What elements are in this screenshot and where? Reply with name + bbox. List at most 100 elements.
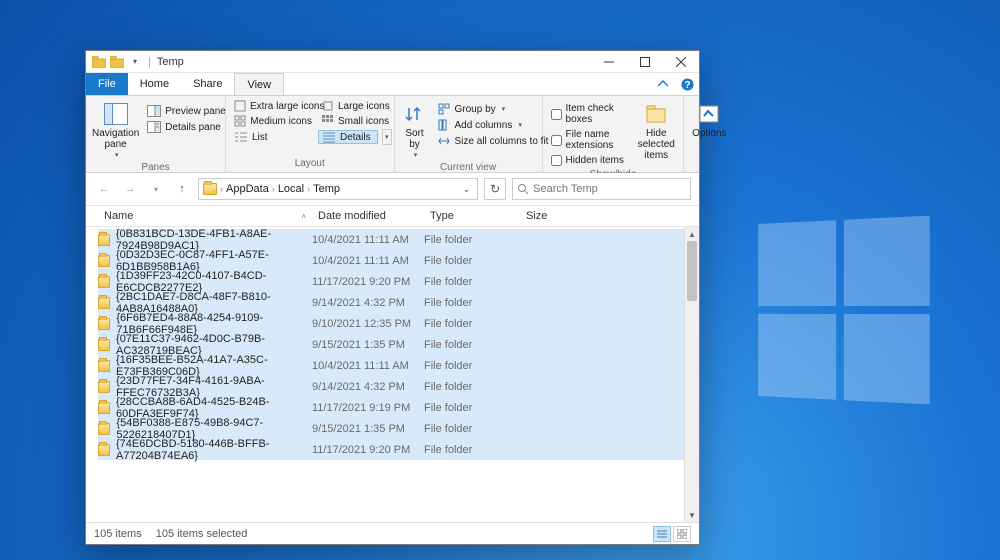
explorer-icon xyxy=(92,55,106,69)
file-type: File folder xyxy=(424,381,520,393)
layout-extra-large-icons[interactable]: Extra large icons xyxy=(230,99,316,113)
table-row[interactable]: {54BF0388-E875-49B8-94C7-5226218407D1}9/… xyxy=(98,418,684,439)
help-button[interactable]: ? xyxy=(675,73,699,95)
qat-dropdown-icon[interactable]: ▾ xyxy=(128,55,142,69)
table-row[interactable]: {1D39FF23-42C0-4107-B4CD-E6CDCB2277E2}11… xyxy=(98,271,684,292)
close-button[interactable] xyxy=(663,51,699,73)
table-row[interactable]: {23D77FE7-34F4-4161-9ABA-FFEC76732B3A}9/… xyxy=(98,376,684,397)
table-row[interactable]: {74E6DCBD-5180-446B-BFFB-A77204B74EA6}11… xyxy=(98,439,684,460)
breadcrumb-temp[interactable]: Temp xyxy=(313,183,340,195)
tab-home[interactable]: Home xyxy=(128,73,181,95)
navigation-pane-icon xyxy=(102,102,130,126)
breadcrumb-appdata[interactable]: AppData› xyxy=(226,183,275,195)
column-name[interactable]: Name˄ xyxy=(98,210,312,222)
file-date: 9/14/2021 4:32 PM xyxy=(312,297,424,309)
column-type[interactable]: Type xyxy=(424,210,520,222)
folder-icon xyxy=(203,183,217,195)
ribbon-collapse-button[interactable] xyxy=(651,73,675,95)
address-history-dropdown[interactable]: ⌄ xyxy=(460,184,474,195)
view-details-button[interactable] xyxy=(653,526,671,542)
details-icon xyxy=(322,131,336,143)
refresh-button[interactable]: ↻ xyxy=(484,178,506,200)
layout-small-icons[interactable]: Small icons xyxy=(318,114,388,128)
maximize-button[interactable] xyxy=(627,51,663,73)
add-columns-button[interactable]: +Add columns▾ xyxy=(433,118,553,132)
layout-details[interactable]: Details xyxy=(318,130,378,144)
scroll-thumb[interactable] xyxy=(687,241,697,301)
up-button[interactable]: ↑ xyxy=(172,179,192,199)
layout-medium-icons[interactable]: Medium icons xyxy=(230,114,316,128)
status-item-count: 105 items xyxy=(94,528,142,540)
details-pane-button[interactable]: Details pane xyxy=(143,120,230,134)
preview-pane-button[interactable]: Preview pane xyxy=(143,104,230,118)
vertical-scrollbar[interactable]: ▲ ▼ xyxy=(684,227,699,522)
window-title: Temp xyxy=(151,56,184,68)
scroll-up-icon[interactable]: ▲ xyxy=(685,227,699,241)
layout-more-icon[interactable]: ▾ xyxy=(382,129,392,145)
address-bar[interactable]: › AppData› Local› Temp ⌄ xyxy=(198,178,478,200)
table-row[interactable]: {2BC1DAE7-D8CA-48F7-B810-4AB8A16488A0}9/… xyxy=(98,292,684,313)
table-row[interactable]: {6F6B7ED4-88A8-4254-9109-71B6F66F948E}9/… xyxy=(98,313,684,334)
xl-icons-icon xyxy=(234,100,246,112)
file-name: {74E6DCBD-5180-446B-BFFB-A77204B74EA6} xyxy=(116,438,312,462)
hide-selected-items-button[interactable]: Hide selected items xyxy=(635,100,677,161)
file-type: File folder xyxy=(424,255,520,267)
layout-list[interactable]: List xyxy=(230,130,316,144)
back-button[interactable]: ← xyxy=(94,179,114,199)
details-pane-icon xyxy=(147,121,161,133)
forward-button[interactable]: → xyxy=(120,179,140,199)
view-thumbnails-button[interactable] xyxy=(673,526,691,542)
table-row[interactable]: {0B831BCD-13DE-4FB1-A8AE-7924B98D9AC1}10… xyxy=(98,229,684,250)
properties-icon[interactable] xyxy=(110,55,124,69)
file-type: File folder xyxy=(424,234,520,246)
file-date: 10/4/2021 11:11 AM xyxy=(312,255,424,267)
breadcrumb-sep[interactable]: › xyxy=(220,184,223,194)
file-date: 9/14/2021 4:32 PM xyxy=(312,381,424,393)
folder-icon xyxy=(98,423,110,435)
table-row[interactable]: {16F35BEE-B52A-41A7-A35C-E73FB369C06D}10… xyxy=(98,355,684,376)
file-type: File folder xyxy=(424,423,520,435)
file-date: 9/10/2021 12:35 PM xyxy=(312,318,424,330)
list-icon xyxy=(234,131,248,143)
hidden-items-toggle[interactable]: Hidden items xyxy=(549,154,632,167)
recent-locations-button[interactable]: ▾ xyxy=(146,179,166,199)
size-columns-icon xyxy=(437,135,451,147)
desktop-windows-logo xyxy=(758,216,930,405)
item-check-boxes-toggle[interactable]: Item check boxes xyxy=(549,102,632,126)
ribbon-tabs: File Home Share View ? xyxy=(86,73,699,95)
size-columns-button[interactable]: Size all columns to fit xyxy=(433,134,553,148)
folder-icon xyxy=(98,360,110,372)
sort-by-button[interactable]: Sort by▾ xyxy=(401,100,429,160)
file-date: 11/17/2021 9:20 PM xyxy=(312,276,424,288)
column-date[interactable]: Date modified xyxy=(312,210,424,222)
file-date: 10/4/2021 11:11 AM xyxy=(312,234,424,246)
navigation-pane-button[interactable]: Navigation pane ▾ xyxy=(92,100,139,160)
lg-icons-icon xyxy=(322,100,334,112)
ribbon-group-layout: Layout xyxy=(226,156,394,172)
group-by-button[interactable]: Group by▾ xyxy=(433,102,553,116)
table-row[interactable]: {07E11C37-9462-4D0C-B79B-AC328719BEAC}9/… xyxy=(98,334,684,355)
layout-large-icons[interactable]: Large icons xyxy=(318,99,388,113)
table-row[interactable]: {0D32D3EC-0C87-4FF1-A57E-6D1BB958B1A6}10… xyxy=(98,250,684,271)
scroll-down-icon[interactable]: ▼ xyxy=(685,508,699,522)
file-date: 11/17/2021 9:19 PM xyxy=(312,402,424,414)
search-box[interactable] xyxy=(512,178,691,200)
file-type: File folder xyxy=(424,402,520,414)
options-button[interactable]: Options▾ xyxy=(690,100,728,149)
folder-icon xyxy=(98,381,110,393)
file-name-extensions-toggle[interactable]: File name extensions xyxy=(549,128,632,152)
tab-share[interactable]: Share xyxy=(181,73,234,95)
status-bar: 105 items 105 items selected xyxy=(86,522,699,544)
folder-icon xyxy=(98,234,110,246)
tab-file[interactable]: File xyxy=(86,73,128,95)
folder-icon xyxy=(98,318,110,330)
file-list[interactable]: {0B831BCD-13DE-4FB1-A8AE-7924B98D9AC1}10… xyxy=(86,227,684,522)
column-headers: Name˄ Date modified Type Size xyxy=(86,205,699,227)
svg-text:?: ? xyxy=(684,80,690,91)
table-row[interactable]: {28CCBA8B-6AD4-4525-B24B-60DFA3EF9F74}11… xyxy=(98,397,684,418)
tab-view[interactable]: View xyxy=(234,73,284,96)
minimize-button[interactable] xyxy=(591,51,627,73)
column-size[interactable]: Size xyxy=(520,210,580,222)
breadcrumb-local[interactable]: Local› xyxy=(278,183,310,195)
search-input[interactable] xyxy=(533,183,686,195)
